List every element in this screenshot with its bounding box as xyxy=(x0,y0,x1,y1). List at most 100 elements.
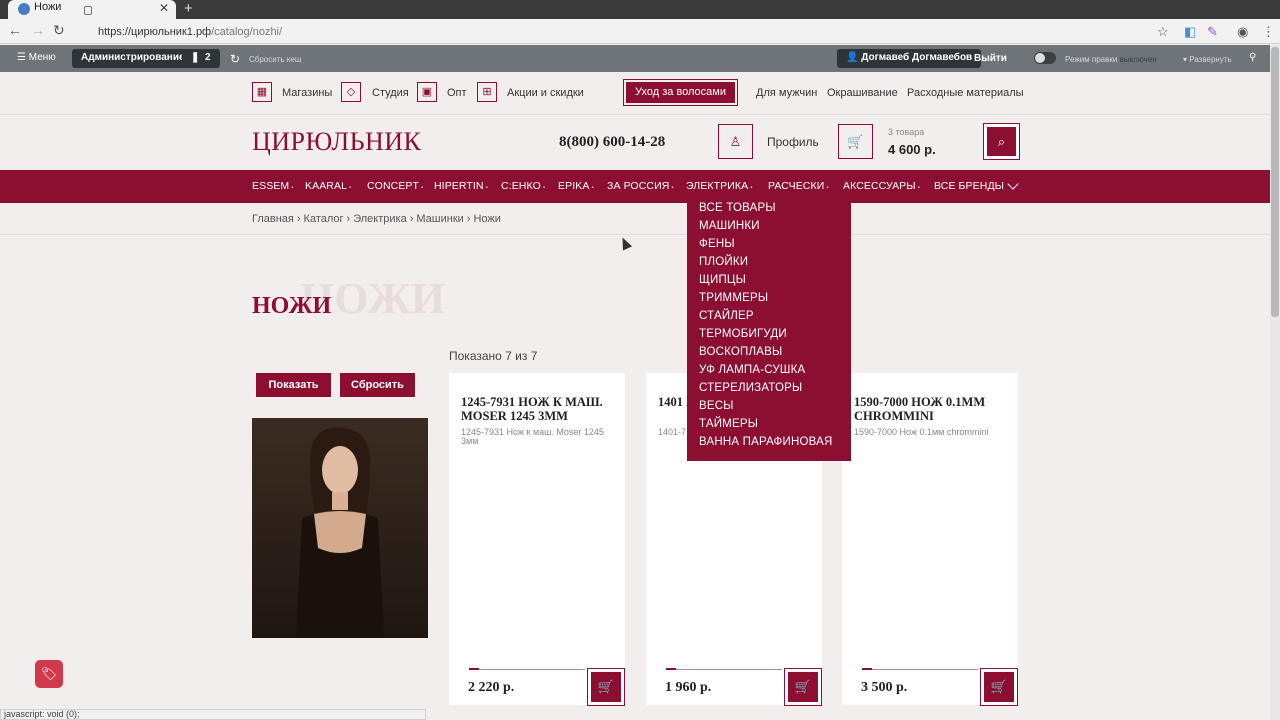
accent-dash xyxy=(666,668,676,670)
top-link-shops[interactable]: Магазины xyxy=(282,87,332,107)
nav-item-1[interactable]: KAARAL ▪ xyxy=(305,180,351,192)
dropdown-item[interactable]: ФЕНЫ xyxy=(699,237,851,255)
breadcrumb-item[interactable]: Электрика xyxy=(353,213,407,225)
reset-button[interactable]: Сбросить xyxy=(340,373,415,397)
add-to-cart-button[interactable]: 🛒 xyxy=(784,668,822,706)
dropdown-item[interactable]: ЩИПЦЫ xyxy=(699,273,851,291)
nav-item-label: ESSEM xyxy=(252,180,290,192)
show-button[interactable]: Показать xyxy=(256,373,331,397)
search-button[interactable]: ⌕ xyxy=(983,123,1020,160)
scrollbar-thumb[interactable] xyxy=(1271,47,1279,317)
profile-icon[interactable]: ♙ xyxy=(718,124,753,159)
dropdown-item[interactable]: ТРИММЕРЫ xyxy=(699,291,851,309)
pen-extension-icon[interactable]: ✎ xyxy=(1207,24,1218,40)
dropdown-item[interactable]: СТАЙЛЕР xyxy=(699,309,851,327)
edit-mode-toggle[interactable] xyxy=(1034,52,1056,64)
divider xyxy=(862,669,978,670)
star-icon[interactable]: ☆ xyxy=(1157,24,1169,40)
dropdown-item[interactable]: МАШИНКИ xyxy=(699,219,851,237)
refresh-cache-icon[interactable]: ↻ xyxy=(230,52,240,66)
breadcrumb: Главная › Каталог › Электрика › Машинки › Ножи xyxy=(252,213,504,225)
shops-icon: ▦ xyxy=(252,82,272,102)
product-card[interactable]: 1245-7931 НОЖ К МАШ. MOSER 1245 3ММ 1245-… xyxy=(449,373,625,706)
accent-dash xyxy=(862,668,872,670)
reload-icon[interactable]: ↻ xyxy=(53,22,65,39)
top-link-studio[interactable]: Студия xyxy=(372,87,409,107)
dropdown-item[interactable]: ПЛОЙКИ xyxy=(699,255,851,273)
dropdown-item[interactable]: ТАЙМЕРЫ xyxy=(699,417,851,435)
nav-item-4[interactable]: C:ЕНКО ▪ xyxy=(501,180,545,192)
address-bar[interactable]: https://цирюльник1.рф/catalog/nozhi/ xyxy=(98,26,282,38)
phone-number[interactable]: 8(800) 600-14-28 xyxy=(559,134,665,151)
dropdown-item[interactable]: ВСЕ ТОВАРЫ xyxy=(699,201,851,219)
cart-icon[interactable]: 🛒 xyxy=(838,124,873,159)
nav-item-5[interactable]: EPIKA ▪ xyxy=(558,180,594,192)
dropdown-item[interactable]: УФ ЛАМПА-СУШКА xyxy=(699,363,851,381)
product-title[interactable]: 1590-7000 НОЖ 0.1ММ CHROMMINI xyxy=(854,395,1010,423)
nav-item-6[interactable]: ЗА РОССИЯ ▪ xyxy=(607,180,674,192)
extension-icon[interactable]: ◧ xyxy=(1184,24,1196,40)
nav-dot-icon: ▪ xyxy=(485,185,488,191)
close-icon[interactable]: ✕ xyxy=(159,1,169,15)
nav-dot-icon: ▪ xyxy=(542,185,546,191)
nav-item-label: HIPERTIN xyxy=(434,180,484,192)
top-link-supplies[interactable]: Расходные материалы xyxy=(907,87,1024,107)
dropdown-item[interactable]: ВАННА ПАРАФИНОВАЯ xyxy=(699,435,851,453)
mouse-cursor-icon xyxy=(617,235,633,251)
site-logo[interactable]: ЦИРЮЛЬНИК xyxy=(252,127,421,157)
top-link-men[interactable]: Для мужчин xyxy=(756,87,817,107)
electrics-dropdown: ВСЕ ТОВАРЫ МАШИНКИ ФЕНЫ ПЛОЙКИ ЩИПЦЫ ТРИММЕРЫ… xyxy=(687,193,851,461)
clear-cache-link[interactable]: Сбросить кеш xyxy=(249,55,301,64)
product-title[interactable]: 1245-7931 НОЖ К МАШ. MOSER 1245 3ММ xyxy=(461,395,617,423)
top-link-wholesale[interactable]: Опт xyxy=(447,87,467,107)
account-icon[interactable]: ◉ xyxy=(1237,24,1248,40)
cart-icon: 🛒 xyxy=(597,679,615,694)
results-count: Показано 7 из 7 xyxy=(449,349,538,363)
cart-total[interactable]: 4 600 р. xyxy=(888,142,936,157)
accent-dash xyxy=(469,668,479,670)
expand-link[interactable]: ▾ Развернуть xyxy=(1183,55,1232,64)
back-icon[interactable]: ← xyxy=(8,22,22,38)
admin-button[interactable]: Администрирование xyxy=(72,49,194,68)
box-icon: ▣ xyxy=(417,82,437,102)
promo-tag-icon[interactable]: 🏷 xyxy=(35,660,63,688)
dropdown-item[interactable]: СТЕРЕЛИЗАТОРЫ xyxy=(699,381,851,399)
admin-menu-button[interactable]: ☰ Меню xyxy=(17,52,56,63)
nav-item-3[interactable]: HIPERTIN ▪ xyxy=(434,180,488,192)
search-icon: ⌕ xyxy=(997,134,1006,149)
breadcrumb-item[interactable]: Каталог xyxy=(304,213,344,225)
hair-care-button[interactable]: Уход за волосами xyxy=(623,79,738,106)
dropdown-item[interactable]: ТЕРМОБИГУДИ xyxy=(699,327,851,345)
dropdown-item[interactable]: ВЕСЫ xyxy=(699,399,851,417)
url-path: /catalog/nozhi/ xyxy=(211,26,283,38)
nav-item-0[interactable]: ESSEM ▪ xyxy=(252,180,294,192)
browser-menu-icon[interactable]: ⋮ xyxy=(1262,24,1275,40)
add-to-cart-button[interactable]: 🛒 xyxy=(980,668,1018,706)
product-description: 1245-7931 Нож к маш. Moser 1245 3мм xyxy=(461,427,604,446)
product-card[interactable]: 1590-7000 НОЖ 0.1ММ CHROMMINI 1590-7000 Н… xyxy=(842,373,1018,706)
nav-item-8[interactable]: РАСЧЕСКИ ▪ xyxy=(768,180,829,192)
nav-item-2[interactable]: CONCEPT ▪ xyxy=(367,180,423,192)
nav-item-7[interactable]: ЭЛЕКТРИКА ▪ xyxy=(686,180,752,192)
breadcrumb-item[interactable]: Машинки xyxy=(416,213,463,225)
nav-item-10[interactable]: ВСЕ БРЕНДЫ xyxy=(934,180,1004,192)
admin-user-button[interactable]: 👤 Догмавеб Догмавебов xyxy=(837,49,982,68)
logout-link[interactable]: Выйти xyxy=(974,53,1007,64)
top-link-coloring[interactable]: Окрашивание xyxy=(827,87,898,107)
breadcrumb-separator-icon: › xyxy=(296,213,301,225)
pin-icon[interactable]: ⚲ xyxy=(1249,52,1256,63)
nav-item-9[interactable]: АКСЕССУАРЫ ▪ xyxy=(843,180,920,192)
nav-dot-icon: ▪ xyxy=(349,185,352,191)
browser-tab[interactable]: Ножи ✕ xyxy=(8,0,176,19)
product-price: 1 960 р. xyxy=(665,680,712,695)
new-tab-icon[interactable]: + xyxy=(184,0,193,17)
profile-link[interactable]: Профиль xyxy=(767,135,819,149)
add-to-cart-button[interactable]: 🛒 xyxy=(587,668,625,706)
promo-banner-image[interactable] xyxy=(252,418,428,638)
notifications-button[interactable]: ❚ 2 xyxy=(182,49,220,68)
top-link-promo[interactable]: Акции и скидки xyxy=(507,87,584,107)
nav-dot-icon: ▪ xyxy=(826,185,829,191)
forward-icon[interactable]: → xyxy=(31,22,45,38)
breadcrumb-item[interactable]: Главная xyxy=(252,213,294,225)
dropdown-item[interactable]: ВОСКОПЛАВЫ xyxy=(699,345,851,363)
